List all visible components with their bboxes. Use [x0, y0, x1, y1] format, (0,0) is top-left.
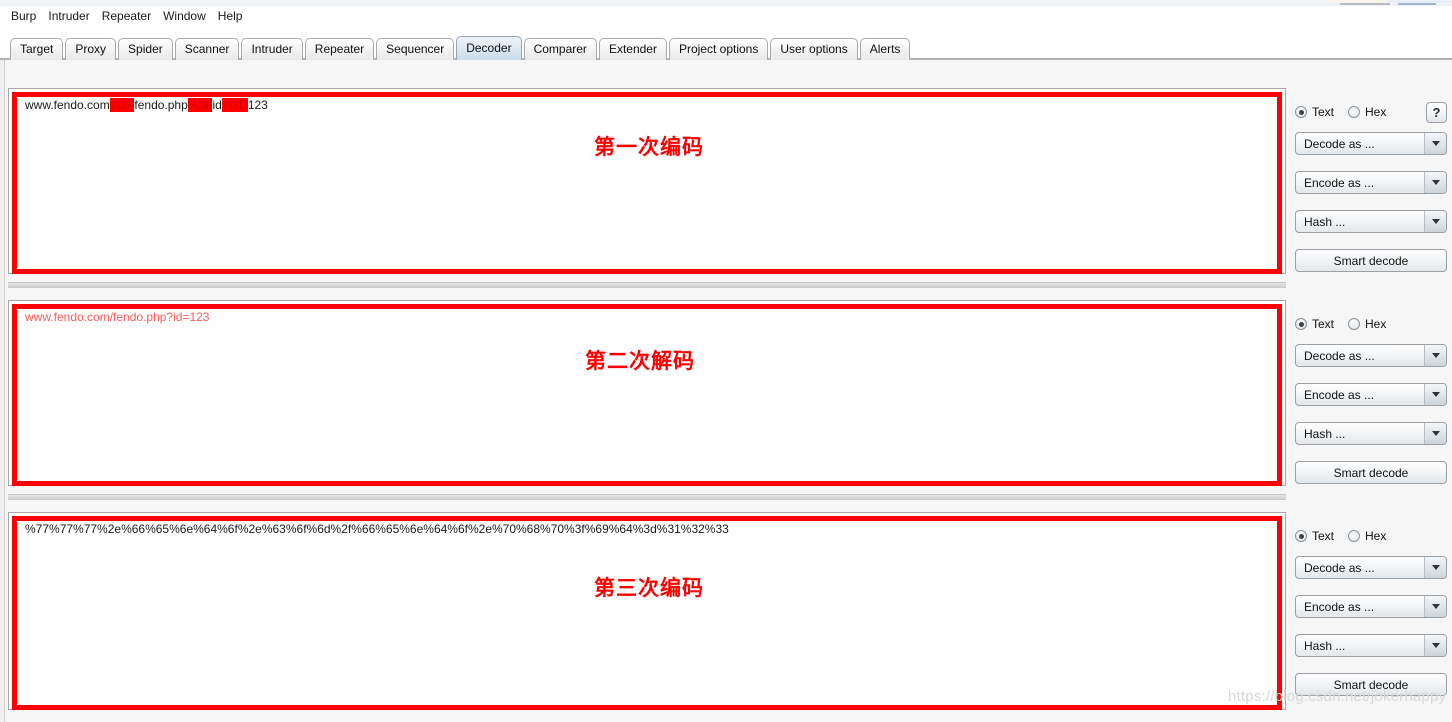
menu-item-repeater[interactable]: Repeater: [96, 8, 157, 24]
smart-decode-button-1[interactable]: Smart decode: [1295, 249, 1447, 272]
tab-spider[interactable]: Spider: [118, 38, 173, 60]
menu-item-burp[interactable]: Burp: [5, 8, 42, 24]
panel-left-edge: [0, 60, 5, 722]
radio-hex-label: Hex: [1365, 317, 1387, 331]
window-frame-underline-right: [1398, 3, 1436, 5]
radio-dot-icon: [1295, 106, 1307, 118]
tab-comparer[interactable]: Comparer: [523, 38, 597, 60]
chevron-down-icon[interactable]: [1424, 211, 1446, 232]
encode-as-label: Encode as ...: [1304, 175, 1375, 190]
radio-text-1[interactable]: Text: [1295, 105, 1334, 119]
encode-as-dropdown-1[interactable]: Encode as ...: [1295, 171, 1447, 194]
text-segment: www.fendo.com/fendo.php?id=123: [25, 310, 210, 324]
tab-user-options[interactable]: User options: [770, 38, 858, 60]
section-splitter-1[interactable]: [8, 282, 1286, 288]
section-splitter-2[interactable]: [8, 494, 1286, 500]
hash-label: Hash ...: [1304, 426, 1346, 441]
tab-proxy[interactable]: Proxy: [65, 38, 117, 60]
tab-target[interactable]: Target: [10, 38, 64, 60]
menu-item-intruder[interactable]: Intruder: [42, 8, 95, 24]
chevron-down-icon[interactable]: [1424, 423, 1446, 444]
tabs-strip: Target Proxy Spider Scanner Intruder Rep…: [10, 36, 912, 60]
format-radio-row-3: Text Hex: [1295, 527, 1447, 545]
chevron-down-icon[interactable]: [1424, 345, 1446, 366]
chevron-down-icon[interactable]: [1424, 557, 1446, 578]
decoder-controls-1: Text Hex ? Decode as ... Encode as ... H…: [1295, 101, 1447, 272]
decoder-textarea-2[interactable]: www.fendo.com/fendo.php?id=123: [8, 300, 1286, 486]
decoder-editor-wrap-1: www.fendo.com%2Ffendo.php%3Fid%3D123: [8, 88, 1286, 274]
smart-decode-button-2[interactable]: Smart decode: [1295, 461, 1447, 484]
radio-hex-label: Hex: [1365, 105, 1387, 119]
encoded-highlight: %2F: [109, 98, 135, 112]
decoder-controls-3: Text Hex Decode as ... Encode as ... Has…: [1295, 527, 1447, 696]
annotation-label-1: 第一次编码: [594, 135, 704, 159]
decoder-textarea-1[interactable]: www.fendo.com%2Ffendo.php%3Fid%3D123: [8, 88, 1286, 274]
decode-as-dropdown-2[interactable]: Decode as ...: [1295, 344, 1447, 367]
watermark: https://blog.csdn.net/jokerhappy: [1228, 688, 1447, 705]
chevron-down-icon[interactable]: [1424, 596, 1446, 617]
text-segment: %77%77%77%2e%66%65%6e%64%6f%2e%63%6f%6d%…: [25, 522, 729, 536]
tab-alerts[interactable]: Alerts: [859, 38, 911, 60]
text-segment: www.fendo.com: [25, 98, 110, 112]
encoded-highlight: %3D: [221, 98, 248, 112]
tab-sequencer[interactable]: Sequencer: [376, 38, 455, 60]
tab-repeater[interactable]: Repeater: [304, 38, 375, 60]
hash-label: Hash ...: [1304, 638, 1346, 653]
menu-item-help[interactable]: Help: [212, 8, 249, 24]
radio-dot-icon: [1348, 106, 1361, 118]
chevron-down-icon[interactable]: [1424, 635, 1446, 656]
decode-as-dropdown-1[interactable]: Decode as ...: [1295, 132, 1447, 155]
encode-as-label: Encode as ...: [1304, 387, 1375, 402]
radio-hex-3[interactable]: Hex: [1348, 529, 1386, 543]
radio-text-label: Text: [1312, 529, 1335, 543]
tab-project-options[interactable]: Project options: [668, 38, 769, 60]
format-radio-row-1: Text Hex ?: [1295, 101, 1447, 123]
encode-as-dropdown-2[interactable]: Encode as ...: [1295, 383, 1447, 406]
format-radio-row-2: Text Hex: [1295, 315, 1447, 333]
decode-as-label: Decode as ...: [1304, 348, 1375, 363]
chevron-down-icon[interactable]: [1424, 133, 1446, 154]
annotation-label-3: 第三次编码: [594, 576, 704, 600]
main-tab-bar: Target Proxy Spider Scanner Intruder Rep…: [0, 26, 1452, 60]
decoder-editor-wrap-3: %77%77%77%2e%66%65%6e%64%6f%2e%63%6f%6d%…: [8, 512, 1286, 710]
text-segment: fendo.php: [134, 98, 188, 112]
radio-text-label: Text: [1312, 317, 1335, 331]
radio-text-label: Text: [1312, 105, 1335, 119]
radio-dot-icon: [1295, 318, 1307, 330]
decoder-controls-2: Text Hex Decode as ... Encode as ... Has…: [1295, 315, 1447, 484]
hash-dropdown-3[interactable]: Hash ...: [1295, 634, 1447, 657]
tab-scanner[interactable]: Scanner: [174, 38, 240, 60]
window-frame-underline-left: [1340, 3, 1390, 5]
encoded-highlight: %3F: [187, 98, 213, 112]
decode-as-dropdown-3[interactable]: Decode as ...: [1295, 556, 1447, 579]
menu-bar: Burp Intruder Repeater Window Help: [0, 6, 1452, 25]
decode-as-label: Decode as ...: [1304, 136, 1375, 151]
tab-decoder[interactable]: Decoder: [456, 36, 522, 60]
hash-dropdown-1[interactable]: Hash ...: [1295, 210, 1447, 233]
hash-label: Hash ...: [1304, 214, 1346, 229]
radio-text-3[interactable]: Text: [1295, 529, 1334, 543]
radio-hex-2[interactable]: Hex: [1348, 317, 1386, 331]
radio-hex-label: Hex: [1365, 529, 1387, 543]
decoder-textarea-3[interactable]: %77%77%77%2e%66%65%6e%64%6f%2e%63%6f%6d%…: [8, 512, 1286, 710]
chevron-down-icon[interactable]: [1424, 172, 1446, 193]
text-segment: id: [212, 98, 222, 112]
radio-dot-icon: [1295, 530, 1307, 542]
menu-item-window[interactable]: Window: [157, 8, 212, 24]
encode-as-dropdown-3[interactable]: Encode as ...: [1295, 595, 1447, 618]
radio-text-2[interactable]: Text: [1295, 317, 1334, 331]
tab-extender[interactable]: Extender: [598, 38, 667, 60]
encode-as-label: Encode as ...: [1304, 599, 1375, 614]
annotation-label-2: 第二次解码: [585, 349, 695, 373]
help-question-icon[interactable]: ?: [1426, 101, 1447, 123]
text-segment: 123: [247, 98, 268, 112]
radio-dot-icon: [1348, 318, 1361, 330]
decoder-editor-wrap-2: www.fendo.com/fendo.php?id=123: [8, 300, 1286, 486]
chevron-down-icon[interactable]: [1424, 384, 1446, 405]
decode-as-label: Decode as ...: [1304, 560, 1375, 575]
radio-hex-1[interactable]: Hex: [1348, 105, 1386, 119]
hash-dropdown-2[interactable]: Hash ...: [1295, 422, 1447, 445]
tab-intruder[interactable]: Intruder: [241, 38, 303, 60]
radio-dot-icon: [1348, 530, 1361, 542]
